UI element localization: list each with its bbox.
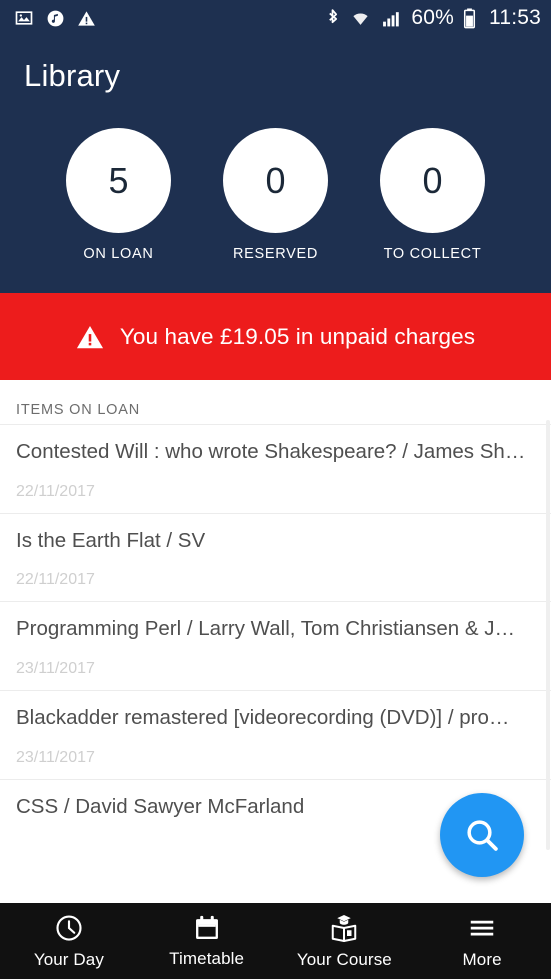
hamburger-menu-icon <box>467 913 497 943</box>
loan-item-title: Contested Will : who wrote Shakespeare? … <box>16 440 526 463</box>
nav-item-timetable[interactable]: Timetable <box>138 903 276 979</box>
warning-triangle-icon <box>76 323 104 351</box>
stat-reserved[interactable]: 0 RESERVED <box>217 128 335 262</box>
clock-icon <box>54 913 84 943</box>
stat-to-collect[interactable]: 0 TO COLLECT <box>374 128 492 262</box>
list-item[interactable]: Programming Perl / Larry Wall, Tom Chris… <box>0 601 551 690</box>
library-stats: 5 ON LOAN 0 RESERVED 0 TO COLLECT <box>0 128 551 262</box>
status-bar-left-icons <box>14 8 96 28</box>
warning-icon <box>77 9 96 28</box>
nav-item-more[interactable]: More <box>413 903 551 979</box>
nav-label-your-day: Your Day <box>33 949 104 969</box>
status-bar-right-icons: 60% 11:53 <box>324 6 541 30</box>
battery-percent-label: 60% <box>411 6 454 29</box>
image-icon <box>14 8 34 28</box>
wifi-icon <box>350 9 371 28</box>
section-label-items-on-loan: ITEMS ON LOAN <box>16 402 140 418</box>
page-title: Library <box>24 58 121 93</box>
unpaid-charges-banner[interactable]: You have £19.05 in unpaid charges <box>0 293 551 380</box>
stat-label-to-collect: TO COLLECT <box>383 246 482 262</box>
list-scrollbar[interactable] <box>546 420 550 850</box>
list-item[interactable]: Blackadder remastered [videorecording (D… <box>0 689 551 779</box>
loan-item-title: Programming Perl / Larry Wall, Tom Chris… <box>16 617 515 641</box>
nav-label-timetable: Timetable <box>169 948 245 968</box>
loan-item-date: 23/11/2017 <box>16 659 95 677</box>
search-icon <box>462 815 502 855</box>
stat-value-to-collect: 0 <box>380 128 485 233</box>
nav-label-more: More <box>462 949 502 969</box>
library-screen: 60% 11:53 Library 5 ON LOAN 0 RESERVED 0… <box>0 0 551 979</box>
nav-label-your-course: Your Course <box>296 949 392 969</box>
battery-icon <box>463 7 476 29</box>
status-bar: 60% 11:53 <box>0 0 551 36</box>
library-header: Library 5 ON LOAN 0 RESERVED 0 TO COLLEC… <box>0 36 551 293</box>
search-fab-button[interactable] <box>440 793 524 877</box>
signal-bars-icon <box>380 9 402 28</box>
list-item[interactable]: Contested Will : who wrote Shakespeare? … <box>0 424 551 513</box>
stat-label-reserved: RESERVED <box>232 246 319 262</box>
loan-item-date: 22/11/2017 <box>16 571 95 589</box>
music-note-icon <box>46 9 65 28</box>
loan-item-date: 22/11/2017 <box>16 482 95 500</box>
status-bar-clock: 11:53 <box>489 6 541 29</box>
bottom-navigation-bar: Your Day Timetable Your Course More <box>0 903 551 979</box>
calendar-icon <box>193 914 221 942</box>
stat-on-loan[interactable]: 5 ON LOAN <box>60 128 178 262</box>
loan-item-title: Is the Earth Flat / SV <box>16 528 206 552</box>
nav-item-your-course[interactable]: Your Course <box>276 903 414 979</box>
bluetooth-icon <box>324 7 341 29</box>
stat-value-on-loan: 5 <box>66 128 171 233</box>
nav-item-your-day[interactable]: Your Day <box>0 903 138 979</box>
stat-value-reserved: 0 <box>223 128 328 233</box>
loan-item-date: 23/11/2017 <box>16 748 95 766</box>
graduation-book-icon <box>329 913 359 943</box>
stat-label-on-loan: ON LOAN <box>83 246 154 262</box>
list-item[interactable]: Is the Earth Flat / SV 22/11/2017 <box>0 512 551 602</box>
loan-item-title: Blackadder remastered [videorecording (D… <box>16 705 510 729</box>
unpaid-charges-text: You have £19.05 in unpaid charges <box>119 323 476 349</box>
